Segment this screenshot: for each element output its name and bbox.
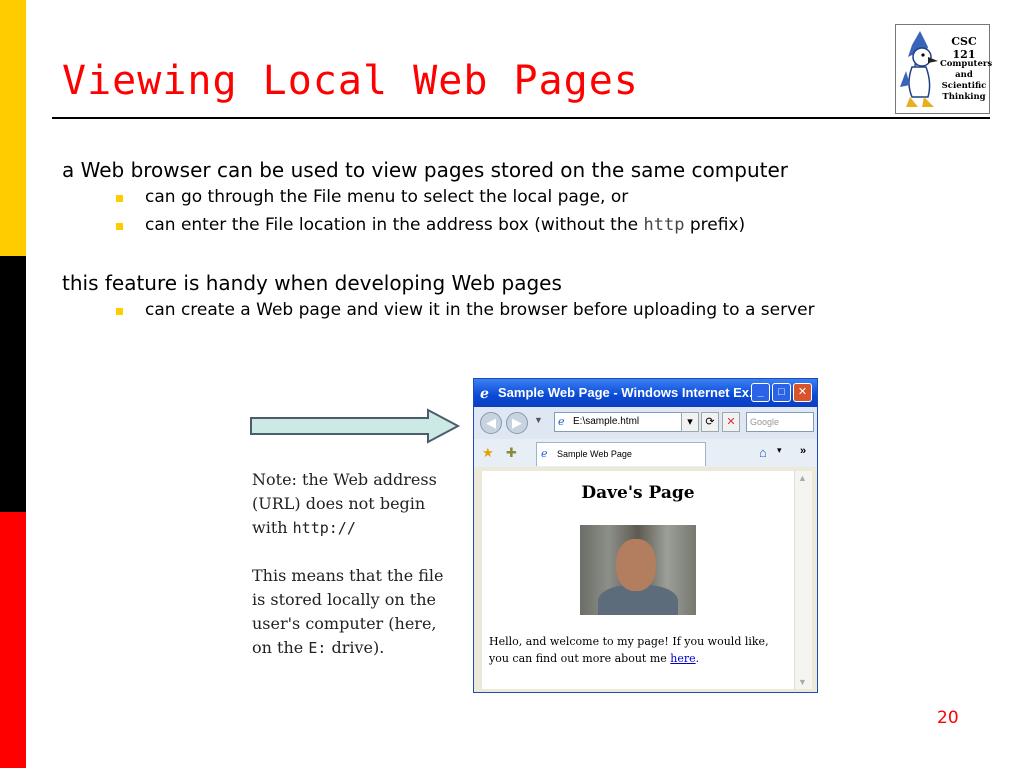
page-number: 20 bbox=[937, 708, 959, 728]
sub-bullet-upload: can create a Web page and view it in the… bbox=[145, 300, 815, 320]
navigation-toolbar: ◀ ▶ ▼ ℯ E:\sample.html ▾ ⟳ ✕ Google bbox=[474, 407, 817, 439]
bluejay-mascot-icon bbox=[900, 31, 938, 107]
minimize-button[interactable]: _ bbox=[751, 383, 770, 402]
http-code: http bbox=[643, 215, 685, 235]
portrait-photo bbox=[580, 525, 696, 615]
bullet-marker bbox=[116, 308, 123, 315]
browser-title: Sample Web Page - Windows Internet Ex... bbox=[498, 385, 760, 400]
close-button[interactable]: ✕ bbox=[793, 383, 812, 402]
scroll-up-icon[interactable]: ▲ bbox=[798, 473, 807, 483]
accent-bar-black bbox=[0, 256, 26, 512]
note-url-paragraph: Note: the Web address (URL) does not beg… bbox=[252, 470, 437, 537]
address-dropdown-icon[interactable]: ▾ bbox=[681, 412, 699, 432]
vertical-scrollbar[interactable]: ▲ ▼ bbox=[794, 471, 812, 689]
accent-bar-yellow bbox=[0, 0, 26, 256]
page-content: Dave's Page Hello, and welcome to my pag… bbox=[482, 471, 794, 689]
bullet-marker bbox=[116, 195, 123, 202]
ie-icon: ℯ bbox=[480, 385, 489, 401]
accent-bar-red bbox=[0, 512, 26, 768]
sub-bullet-address-box: can enter the File location in the addre… bbox=[145, 215, 746, 235]
logo-course-name: Computers and Scientific Thinking bbox=[940, 59, 993, 102]
ie-page-icon: ℯ bbox=[558, 416, 565, 428]
pointer-arrow-icon bbox=[250, 408, 461, 444]
note-local-paragraph: This means that the file is stored local… bbox=[252, 566, 444, 657]
favorites-star-icon[interactable]: ★ bbox=[482, 445, 494, 461]
sub-bullet-file-menu: can go through the File menu to select t… bbox=[145, 187, 629, 207]
title-divider bbox=[52, 117, 990, 119]
ie-tab-icon: ℯ bbox=[541, 448, 548, 460]
home-dropdown-icon[interactable]: ▾ bbox=[777, 445, 782, 456]
bullet-marker bbox=[116, 223, 123, 230]
logo-course-code: CSC 121 bbox=[951, 35, 977, 61]
bullet-browser-local: a Web browser can be used to view pages … bbox=[62, 158, 788, 182]
search-input[interactable]: Google bbox=[746, 412, 814, 432]
more-chevron-icon[interactable]: » bbox=[800, 445, 806, 457]
maximize-button[interactable]: □ bbox=[772, 383, 791, 402]
history-dropdown-icon[interactable]: ▼ bbox=[534, 415, 543, 425]
tab-toolbar: ★ ✚ ℯ Sample Web Page ⌂ ▾ » bbox=[474, 439, 817, 467]
welcome-text: Hello, and welcome to my page! If you wo… bbox=[489, 635, 769, 665]
page-heading: Dave's Page bbox=[581, 483, 695, 503]
tab-sample-web-page[interactable]: ℯ Sample Web Page bbox=[536, 442, 706, 466]
here-link[interactable]: here bbox=[670, 652, 695, 665]
address-bar[interactable]: ℯ E:\sample.html bbox=[554, 412, 689, 432]
browser-window: ℯ Sample Web Page - Windows Internet Ex.… bbox=[473, 378, 818, 693]
refresh-button[interactable]: ⟳ bbox=[701, 412, 719, 432]
scroll-down-icon[interactable]: ▼ bbox=[798, 677, 807, 687]
stop-button[interactable]: ✕ bbox=[722, 412, 740, 432]
browser-title-bar: ℯ Sample Web Page - Windows Internet Ex.… bbox=[474, 379, 817, 407]
bullet-developing: this feature is handy when developing We… bbox=[62, 271, 562, 295]
add-favorite-icon[interactable]: ✚ bbox=[506, 445, 517, 461]
home-icon[interactable]: ⌂ bbox=[759, 445, 767, 460]
course-logo: CSC 121 Computers and Scientific Thinkin… bbox=[895, 24, 993, 114]
forward-button[interactable]: ▶ bbox=[506, 412, 528, 434]
back-button[interactable]: ◀ bbox=[480, 412, 502, 434]
slide-title: Viewing Local Web Pages bbox=[62, 58, 639, 104]
